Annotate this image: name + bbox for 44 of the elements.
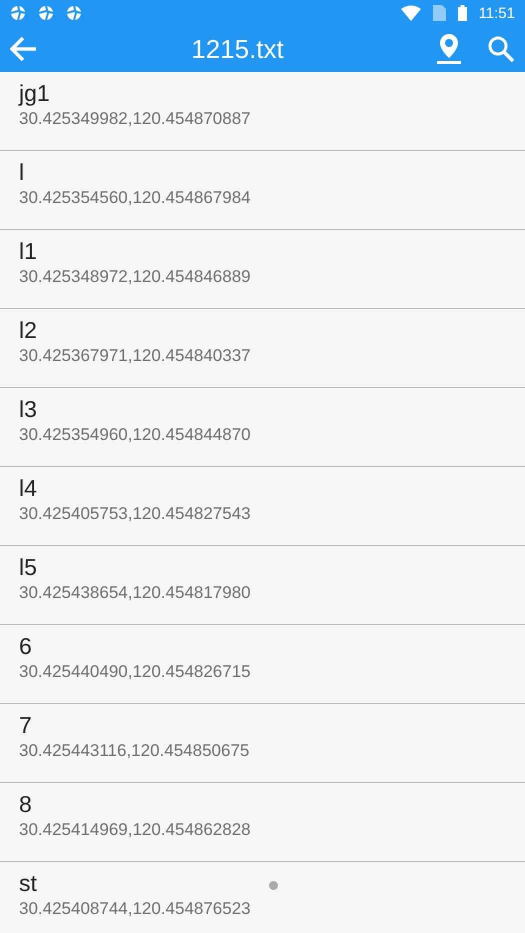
search-icon[interactable] (487, 35, 515, 63)
item-name: 8 (19, 791, 32, 818)
list-item[interactable]: l1 30.425348972,120.454846889 (0, 230, 525, 309)
item-coordinates: 30.425367971,120.454840337 (19, 346, 251, 366)
item-name: l2 (19, 317, 37, 344)
item-coordinates: 30.425408744,120.454876523 (19, 899, 251, 919)
item-name: 7 (19, 712, 32, 739)
list-item[interactable]: l2 30.425367971,120.454840337 (0, 309, 525, 388)
status-time: 11:51 (478, 4, 515, 22)
item-coordinates: 30.425348972,120.454846889 (19, 267, 251, 287)
battery-icon (458, 5, 467, 21)
item-name: st (19, 870, 37, 897)
notification-icon (38, 5, 54, 21)
list-item[interactable]: 6 30.425440490,120.454826715 (0, 625, 525, 704)
list-item[interactable]: jg1 30.425349982,120.454870887 (0, 72, 525, 151)
item-coordinates: 30.425349982,120.454870887 (19, 109, 251, 129)
list-item[interactable]: l5 30.425438654,120.454817980 (0, 546, 525, 625)
list-item[interactable]: l4 30.425405753,120.454827543 (0, 467, 525, 546)
item-coordinates: 30.425405753,120.454827543 (19, 504, 251, 524)
window-title: 1215.txt (190, 34, 285, 64)
item-name: l1 (19, 238, 37, 265)
notification-icon (10, 5, 26, 21)
item-coordinates: 30.425440490,120.454826715 (19, 662, 251, 682)
item-name: l4 (19, 475, 37, 502)
item-coordinates: 30.425354960,120.454844870 (19, 425, 251, 445)
item-coordinates: 30.425414969,120.454862828 (19, 820, 251, 840)
item-coordinates: 30.425443116,120.454850675 (19, 741, 250, 761)
item-name: jg1 (19, 80, 50, 107)
list-item[interactable]: l3 30.425354960,120.454844870 (0, 388, 525, 467)
sim-icon (432, 5, 446, 21)
item-coordinates: 30.425438654,120.454817980 (19, 583, 251, 603)
list-item[interactable]: 7 30.425443116,120.454850675 (0, 704, 525, 783)
map-pin-icon[interactable] (437, 33, 461, 65)
back-arrow-icon[interactable] (10, 36, 38, 62)
list-item[interactable]: 8 30.425414969,120.454862828 (0, 783, 525, 862)
list-item[interactable]: l 30.425354560,120.454867984 (0, 151, 525, 230)
item-name: l3 (19, 396, 37, 423)
item-name: l (19, 159, 24, 186)
item-coordinates: 30.425354560,120.454867984 (19, 188, 251, 208)
page-indicator-icon (269, 881, 278, 890)
notification-icon (66, 5, 82, 21)
wifi-icon (400, 5, 421, 21)
item-name: 6 (19, 633, 32, 660)
item-name: l5 (19, 554, 37, 581)
